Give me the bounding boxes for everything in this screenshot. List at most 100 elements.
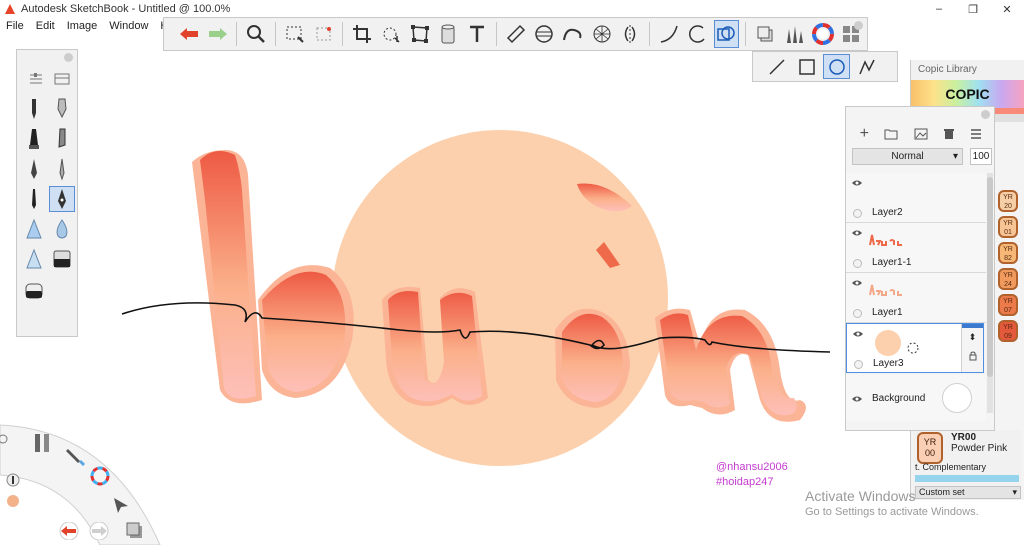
undo-icon[interactable] [176, 20, 202, 48]
opacity-field[interactable]: 100 [970, 148, 992, 165]
fountain-pen-icon[interactable] [49, 186, 75, 212]
brush-library-icon[interactable] [781, 20, 807, 48]
shape-icon[interactable] [713, 20, 740, 48]
complementary-label[interactable]: t. Complementary [915, 462, 986, 472]
marker-brush-icon[interactable] [21, 126, 47, 152]
eye-icon[interactable] [851, 229, 863, 237]
layer-name: Background [872, 393, 926, 404]
circle-icon[interactable] [685, 20, 711, 48]
layer-scrollbar-thumb[interactable] [987, 177, 993, 377]
redo-icon[interactable] [205, 20, 231, 48]
text-icon[interactable] [464, 20, 490, 48]
eye-icon[interactable] [851, 395, 863, 403]
layer-menu-icon[interactable] [970, 128, 982, 140]
zoom-icon[interactable] [243, 20, 269, 48]
copic-swatch[interactable]: YR 07 [998, 294, 1018, 316]
paint-brush-icon[interactable] [49, 96, 75, 122]
complementary-strip[interactable] [915, 475, 1019, 482]
layer-radio[interactable] [853, 259, 862, 268]
copic-swatch[interactable]: YR 24 [998, 268, 1018, 290]
lasso-select-icon[interactable] [311, 20, 337, 48]
perspective-icon[interactable] [589, 20, 615, 48]
brush-tool-icon[interactable] [64, 445, 86, 470]
settings-icon[interactable] [0, 432, 10, 449]
rect-select-icon[interactable] [282, 20, 308, 48]
layer-row-background[interactable]: Background [846, 375, 986, 421]
maximize-button[interactable]: ❐ [956, 0, 990, 18]
lagoon-redo-icon[interactable] [86, 521, 112, 543]
fine-pen-icon[interactable] [49, 156, 75, 182]
title-bar: Autodesk SketchBook - Untitled @ 100.0% [0, 0, 1024, 18]
move-layer-icon[interactable]: ⬍ [962, 332, 983, 343]
layer-scrollbar[interactable] [987, 173, 993, 413]
brush-properties-icon[interactable] [23, 66, 49, 92]
polyline-shape-icon[interactable] [853, 54, 880, 79]
copic-swatch[interactable]: YR 01 [998, 216, 1018, 238]
eye-icon[interactable] [852, 330, 864, 338]
line-shape-icon[interactable] [763, 54, 790, 79]
stroke-icon[interactable] [656, 20, 682, 48]
close-button[interactable]: ✕ [990, 0, 1024, 18]
pointer-icon[interactable] [112, 496, 130, 517]
menu-image[interactable]: Image [61, 18, 104, 34]
brush-library-small-icon[interactable] [49, 66, 75, 92]
ink-pen-icon[interactable] [21, 156, 47, 182]
background-color-swatch[interactable] [942, 383, 972, 413]
eye-icon[interactable] [851, 279, 863, 287]
menu-window[interactable]: Window [103, 18, 154, 34]
airbrush-icon[interactable] [21, 216, 47, 242]
toolbar-close-icon[interactable] [854, 21, 863, 30]
lagoon-undo-icon[interactable] [56, 521, 82, 543]
image-layer-icon[interactable] [914, 128, 928, 140]
ballpoint-pen-icon[interactable] [21, 186, 47, 212]
layer-radio[interactable] [854, 360, 863, 369]
copic-swatch[interactable]: YR 82 [998, 242, 1018, 264]
french-curve-icon[interactable] [560, 20, 586, 48]
distort-icon[interactable] [407, 20, 433, 48]
blend-mode-dropdown[interactable]: Normal ▾ [852, 148, 963, 165]
layer-row-layer2[interactable]: Layer2 [846, 173, 986, 223]
current-color-swatch[interactable]: YR 00 [917, 432, 943, 464]
eraser-soft-icon[interactable] [21, 278, 47, 304]
layer-thumbnail [875, 330, 901, 356]
color-wheel-icon[interactable] [810, 20, 836, 48]
rectangle-shape-icon[interactable] [793, 54, 820, 79]
smudge-brush-icon[interactable] [21, 246, 47, 272]
letter-n [655, 308, 806, 422]
minimize-button[interactable]: – [922, 0, 956, 18]
ellipse-shape-icon[interactable] [823, 54, 850, 79]
layer-row-layer3[interactable]: Layer3 ⬍ [846, 323, 984, 373]
tools-icon[interactable] [32, 432, 52, 457]
fill-icon[interactable] [435, 20, 461, 48]
delete-layer-icon[interactable] [943, 128, 955, 140]
eraser-hard-icon[interactable] [49, 246, 75, 272]
menu-file[interactable]: File [0, 18, 30, 34]
color-puck-icon[interactable] [90, 466, 110, 489]
pencil-brush-icon[interactable] [21, 96, 47, 122]
brush-palette-close-icon[interactable] [64, 53, 73, 62]
ruler-icon[interactable] [503, 20, 529, 48]
crop-icon[interactable] [349, 20, 375, 48]
brush-size-puck-icon[interactable] [6, 472, 20, 491]
eye-icon[interactable] [851, 179, 863, 187]
layer-radio[interactable] [853, 209, 862, 218]
symmetry-icon[interactable] [618, 20, 644, 48]
transform-icon[interactable] [378, 20, 404, 48]
menu-edit[interactable]: Edit [30, 18, 61, 34]
lock-icon[interactable] [969, 351, 977, 361]
layer-row-layer1[interactable]: Layer1 [846, 273, 986, 323]
blender-brush-icon[interactable] [49, 216, 75, 242]
layer-puck-icon[interactable] [124, 520, 144, 543]
add-layer-icon[interactable]: + [860, 125, 869, 143]
ellipse-guide-icon[interactable] [531, 20, 557, 48]
chisel-brush-icon[interactable] [49, 126, 75, 152]
copy-icon[interactable] [752, 20, 778, 48]
copic-swatch[interactable]: YR 20 [998, 190, 1018, 212]
color-puck-swatch[interactable] [6, 494, 20, 511]
layer-editor-close-icon[interactable] [981, 110, 990, 119]
copic-swatch[interactable]: YR 09 [998, 320, 1018, 342]
copic-library-title: Copic Library [911, 60, 1024, 80]
layer-radio[interactable] [853, 309, 862, 318]
folder-icon[interactable] [884, 128, 898, 140]
layer-row-layer1-1[interactable]: Layer1-1 [846, 223, 986, 273]
